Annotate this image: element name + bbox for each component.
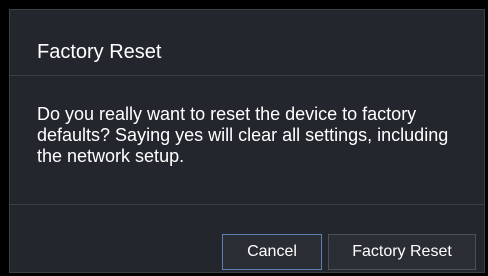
dialog-header: Factory Reset <box>10 10 484 76</box>
factory-reset-dialog: Factory Reset Do you really want to rese… <box>9 9 485 273</box>
dialog-footer: Cancel Factory Reset <box>10 205 484 272</box>
dialog-body: Do you really want to reset the device t… <box>10 76 484 205</box>
factory-reset-button[interactable]: Factory Reset <box>328 234 476 270</box>
dialog-message: Do you really want to reset the device t… <box>37 104 449 166</box>
cancel-button[interactable]: Cancel <box>222 234 322 270</box>
screenshot-frame: Factory Reset Do you really want to rese… <box>0 0 488 276</box>
dialog-title: Factory Reset <box>37 41 162 63</box>
